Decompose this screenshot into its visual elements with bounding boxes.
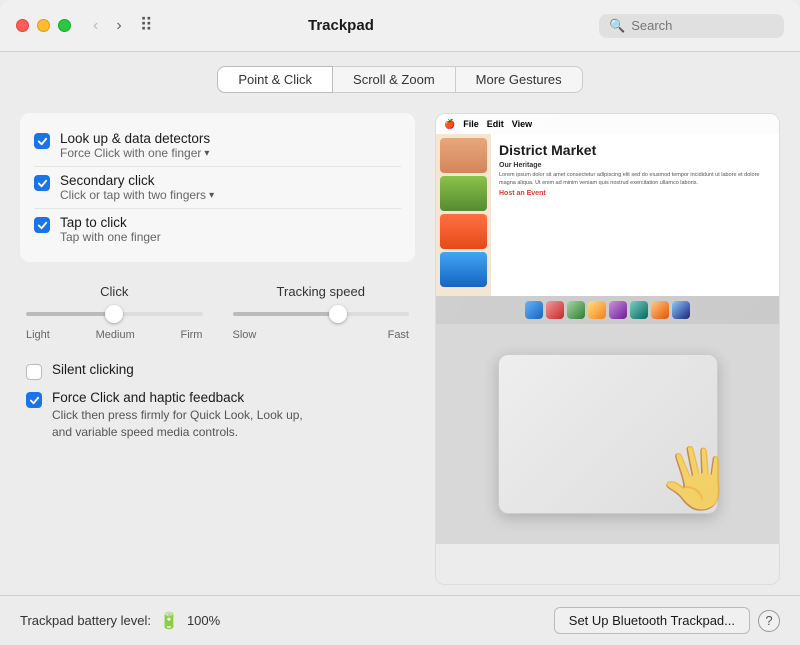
bottom-settings: Silent clicking Force Click and haptic f… — [20, 353, 415, 450]
our-heritage-subtitle: Our Heritage — [499, 162, 771, 169]
force-click-label: Force Click and haptic feedback — [52, 390, 303, 405]
secondary-click-checkbox[interactable] — [34, 175, 50, 191]
lookup-checkbox[interactable] — [34, 133, 50, 149]
dock-icon-4 — [588, 301, 606, 319]
secondary-click-label: Secondary click — [60, 173, 214, 188]
search-icon: 🔍 — [609, 18, 625, 34]
battery-percent: 100% — [187, 613, 220, 628]
search-bar[interactable]: 🔍 — [599, 14, 784, 38]
main-content: Look up & data detectors Force Click wit… — [0, 103, 800, 595]
close-button[interactable] — [16, 19, 29, 32]
lookup-label: Look up & data detectors — [60, 131, 210, 146]
tap-to-click-checkbox[interactable] — [34, 217, 50, 233]
tracking-fast-label: Fast — [388, 329, 409, 341]
dock-icon-7 — [651, 301, 669, 319]
tracking-slider-title: Tracking speed — [277, 284, 365, 299]
force-click-desc: Click then press firmly for Quick Look, … — [52, 407, 303, 441]
mac-menubar: 🍎 File Edit View — [436, 114, 779, 134]
secondary-click-sub: Click or tap with two fingers ▾ — [60, 188, 214, 202]
secondary-click-text: Secondary click Click or tap with two fi… — [60, 173, 214, 202]
grid-icon: ⠿ — [140, 15, 153, 36]
tab-bar: Point & Click Scroll & Zoom More Gesture… — [0, 52, 800, 103]
tab-point-click[interactable]: Point & Click — [217, 66, 333, 93]
click-slider-title: Click — [100, 284, 128, 299]
lookup-dropdown-arrow[interactable]: ▾ — [204, 148, 209, 159]
mac-main: District Market Our Heritage Lorem ipsum… — [491, 134, 779, 296]
dock-icon-1 — [525, 301, 543, 319]
sliders-row: Click Light Medium Firm Tracking speed — [26, 284, 409, 341]
click-slider-track-container[interactable] — [26, 305, 203, 323]
tracking-slider-group: Tracking speed Slow Fast — [233, 284, 410, 341]
hand-icon: 🖐 — [654, 437, 740, 520]
dock-icon-5 — [609, 301, 627, 319]
tracking-slider-track — [233, 312, 410, 316]
secondary-click-dropdown-arrow[interactable]: ▾ — [209, 190, 214, 201]
click-firm-label: Firm — [180, 329, 202, 341]
dock-icon-2 — [546, 301, 564, 319]
tracking-slow-label: Slow — [233, 329, 257, 341]
battery-info: Trackpad battery level: 🔋 100% — [20, 611, 220, 631]
minimize-button[interactable] — [37, 19, 50, 32]
tab-more-gestures[interactable]: More Gestures — [456, 66, 583, 93]
tap-to-click-text: Tap to click Tap with one finger — [60, 215, 161, 244]
mac-content: District Market Our Heritage Lorem ipsum… — [436, 134, 779, 296]
status-bar: Trackpad battery level: 🔋 100% Set Up Bl… — [0, 595, 800, 645]
right-panel: 🍎 File Edit View District Market Our Her… — [435, 113, 780, 585]
dock-icon-6 — [630, 301, 648, 319]
silent-clicking-item: Silent clicking — [26, 357, 409, 385]
host-event-highlight: Host an Event — [499, 190, 771, 197]
sidebar-item-3 — [440, 214, 487, 249]
click-slider-group: Click Light Medium Firm — [26, 284, 203, 341]
screenshot-bottom: 🖐 — [436, 324, 779, 544]
force-click-item: Force Click and haptic feedback Click th… — [26, 385, 409, 446]
dock-icon-8 — [672, 301, 690, 319]
traffic-lights — [16, 19, 71, 32]
force-click-text: Force Click and haptic feedback Click th… — [52, 390, 303, 441]
mac-dock — [436, 296, 779, 324]
click-slider-track — [26, 312, 203, 316]
force-click-checkbox[interactable] — [26, 392, 42, 408]
maximize-button[interactable] — [58, 19, 71, 32]
back-button[interactable]: ‹ — [87, 15, 104, 37]
help-button[interactable]: ? — [758, 610, 780, 632]
click-slider-thumb[interactable] — [105, 305, 123, 323]
mac-sidebar — [436, 134, 491, 296]
setup-bluetooth-button[interactable]: Set Up Bluetooth Trackpad... — [554, 607, 750, 634]
window-title: Trackpad — [163, 17, 519, 34]
screenshot-top: 🍎 File Edit View District Market Our Her… — [436, 114, 779, 324]
search-input[interactable] — [631, 18, 774, 33]
dock-icon-3 — [567, 301, 585, 319]
click-slider-labels: Light Medium Firm — [26, 329, 203, 341]
tracking-slider-thumb[interactable] — [329, 305, 347, 323]
setting-secondary-click: Secondary click Click or tap with two fi… — [34, 166, 401, 208]
sidebar-item-1 — [440, 138, 487, 173]
checkboxes-group: Look up & data detectors Force Click wit… — [20, 113, 415, 262]
setting-lookup: Look up & data detectors Force Click wit… — [34, 125, 401, 166]
lookup-text: Look up & data detectors Force Click wit… — [60, 131, 210, 160]
left-panel: Look up & data detectors Force Click wit… — [20, 113, 415, 585]
lookup-sub: Force Click with one finger ▾ — [60, 146, 210, 160]
district-market-title: District Market — [499, 142, 771, 158]
title-bar: ‹ › ⠿ Trackpad 🔍 — [0, 0, 800, 52]
silent-clicking-checkbox[interactable] — [26, 364, 42, 380]
mac-body-text: Lorem ipsum dolor sit amet consectetur a… — [499, 172, 771, 187]
nav-buttons: ‹ › — [87, 15, 128, 37]
tracking-slider-track-container[interactable] — [233, 305, 410, 323]
tracking-slider-labels: Slow Fast — [233, 329, 410, 341]
forward-button[interactable]: › — [110, 15, 127, 37]
click-medium-label: Medium — [96, 329, 135, 341]
click-light-label: Light — [26, 329, 50, 341]
battery-label: Trackpad battery level: — [20, 613, 151, 628]
tap-to-click-sub: Tap with one finger — [60, 230, 161, 244]
sliders-section: Click Light Medium Firm Tracking speed — [20, 272, 415, 345]
sidebar-item-2 — [440, 176, 487, 211]
tap-to-click-label: Tap to click — [60, 215, 161, 230]
silent-clicking-text: Silent clicking — [52, 362, 134, 377]
sidebar-item-4 — [440, 252, 487, 287]
setting-tap-to-click: Tap to click Tap with one finger — [34, 208, 401, 250]
tab-scroll-zoom[interactable]: Scroll & Zoom — [333, 66, 456, 93]
battery-icon: 🔋 — [159, 611, 179, 631]
mac-screenshot: 🍎 File Edit View District Market Our Her… — [436, 114, 779, 324]
silent-clicking-label: Silent clicking — [52, 362, 134, 377]
